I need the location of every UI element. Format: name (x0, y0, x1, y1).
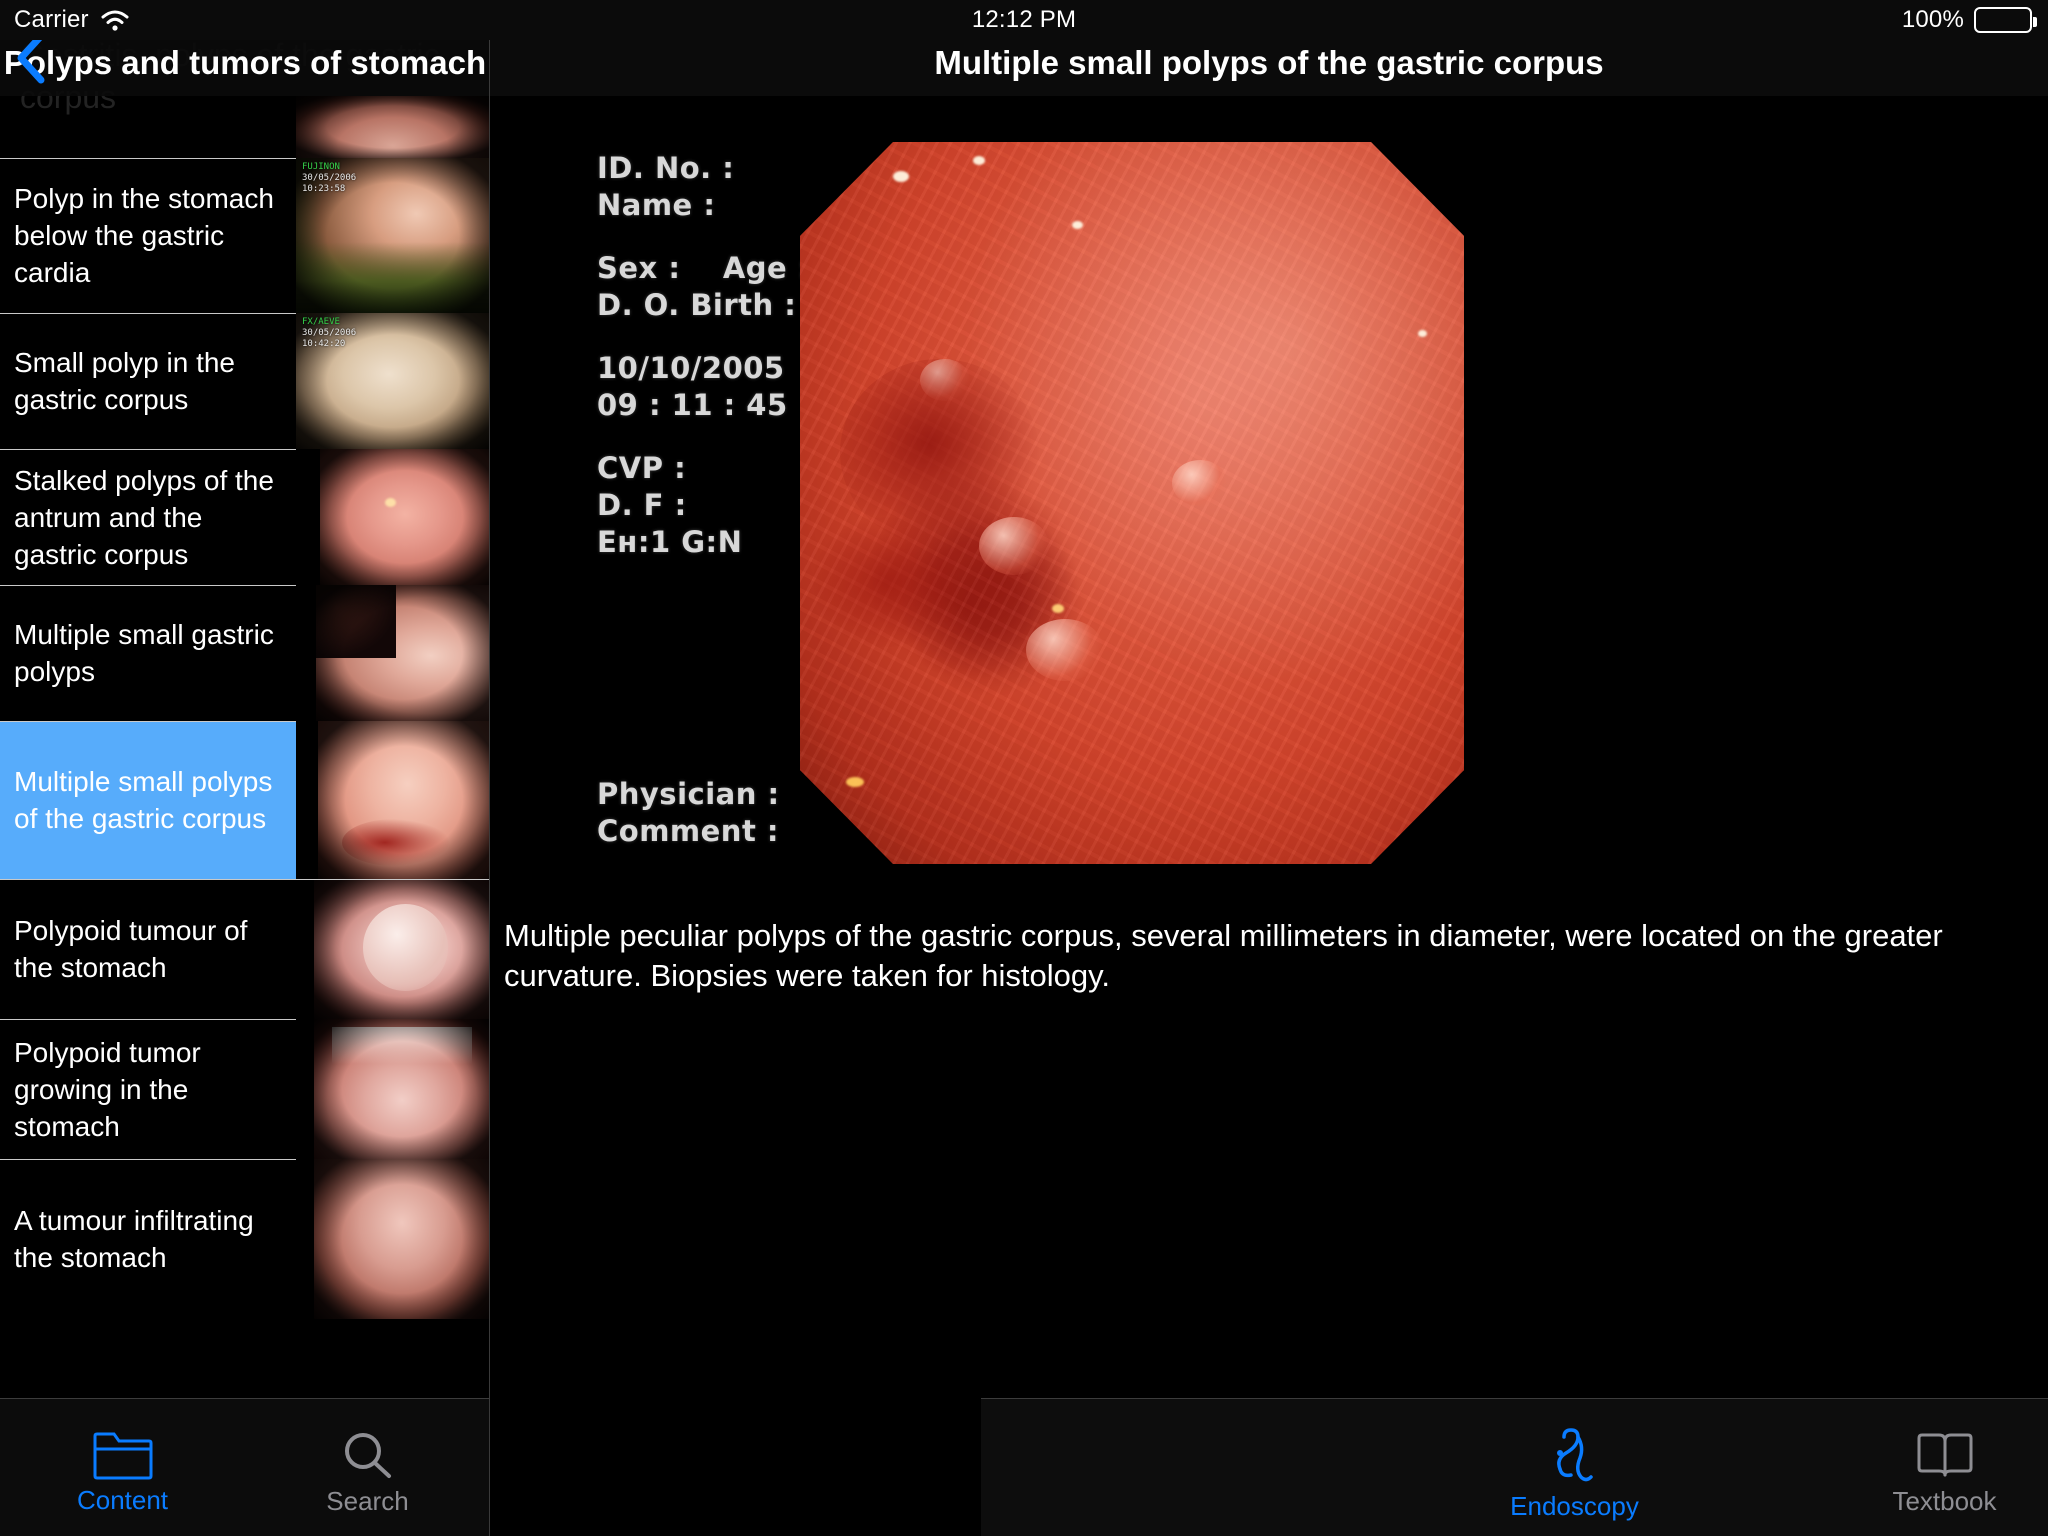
battery-percent-label: 100% (1901, 6, 1964, 33)
list-item-label: Multiple small polyps of the gastric cor… (14, 766, 273, 834)
list-separator (0, 721, 296, 722)
master-list[interactable]: Polyp in the stomach below the gastric c… (0, 96, 489, 1536)
endoscopic-view (800, 142, 1464, 864)
list-separator (0, 879, 489, 880)
tab-endoscopy[interactable]: Endoscopy (1450, 1413, 1700, 1522)
endoscope-icon (1556, 1428, 1593, 1482)
tab-search[interactable]: Search (245, 1399, 489, 1536)
right-tab-bar: Endoscopy Textbook (981, 1398, 2048, 1536)
detail-body: ID. No. : Name : Sex : Age : D. O. Birth… (490, 96, 2048, 1536)
list-separator (0, 158, 296, 159)
battery-icon (1974, 7, 2037, 33)
meta-id-no: ID. No. : (597, 151, 735, 185)
search-icon (344, 1433, 391, 1478)
folder-icon (93, 1432, 152, 1480)
list-item[interactable]: Polypoid tumor growing in the stomach (0, 1019, 489, 1159)
status-bar: Carrier 12:12 PM 100% (0, 0, 2048, 40)
endoscopy-image[interactable]: ID. No. : Name : Sex : Age : D. O. Birth… (490, 104, 2048, 904)
list-item-label: Stalked polyps of the antrum and the gas… (14, 464, 274, 570)
list-item-selected[interactable]: Multiple small polyps of the gastric cor… (0, 721, 489, 879)
list-item-label: Small polyp in the gastric corpus (14, 347, 236, 415)
list-item-label: A tumour infiltrating the stomach (14, 1205, 254, 1273)
list-item[interactable]: Small polyp in the gastric corpus FX/AEV… (0, 313, 489, 449)
app-root: Gastritis, polyps of the gastric corpus … (0, 0, 2048, 1536)
list-separator (0, 449, 296, 450)
list-separator (0, 1159, 296, 1160)
tab-label: Search (326, 1486, 409, 1516)
tab-label: Endoscopy (1510, 1491, 1639, 1521)
detail-title: Multiple small polyps of the gastric cor… (934, 44, 1604, 81)
list-item-thumbnail (296, 1159, 489, 1319)
left-tab-bar: Content Search (0, 1398, 489, 1536)
tab-label: Content (76, 1485, 169, 1515)
list-item[interactable]: Multiple small gastric polyps (0, 585, 489, 721)
master-title: Polyps and tumors of stomach (3, 44, 487, 81)
list-item-thumbnail (296, 879, 489, 1019)
list-item-thumbnail (296, 585, 489, 721)
list-item-thumbnail: FX/AEVE 30/05/2006 10:42:20 (296, 313, 489, 449)
status-bar-time: 12:12 PM (971, 6, 1077, 33)
open-book-icon (1917, 1433, 1972, 1477)
detail-pane: Multiple small polyps of the gastric cor… (490, 0, 2048, 1536)
list-separator (0, 585, 296, 586)
image-caption: Multiple peculiar polyps of the gastric … (504, 918, 1943, 993)
tab-label: Textbook (1892, 1486, 1997, 1516)
list-item[interactable]: Stalked polyps of the antrum and the gas… (0, 449, 489, 585)
list-item-label: Multiple small gastric polyps (14, 619, 274, 687)
thumbnail-overlay-text: FX/AEVE 30/05/2006 10:42:20 (302, 317, 357, 349)
list-item-label: Polypoid tumor growing in the stomach (14, 1036, 201, 1142)
list-item-thumbnail: FUJINON 30/05/2006 10:23:58 (296, 158, 489, 313)
tab-content[interactable]: Content (0, 1399, 245, 1536)
list-separator (0, 1019, 296, 1020)
list-separator (0, 313, 296, 314)
tab-textbook[interactable]: Textbook (1820, 1418, 2048, 1517)
list-item-label: Polypoid tumour of the stomach (14, 915, 248, 983)
list-item-thumbnail (296, 721, 489, 879)
list-item-thumbnail (296, 449, 489, 585)
list-item-thumbnail (296, 1019, 489, 1159)
list-item[interactable]: Polyp in the stomach below the gastric c… (0, 158, 489, 313)
master-pane: Gastritis, polyps of the gastric corpus … (0, 0, 490, 1536)
thumbnail-overlay-text: FUJINON 30/05/2006 10:23:58 (302, 162, 357, 194)
list-item-label: Polyp in the stomach below the gastric c… (14, 183, 274, 288)
list-item[interactable]: Polypoid tumour of the stomach (0, 879, 489, 1019)
status-bar-right: 100% (1901, 6, 2037, 34)
list-item[interactable]: A tumour infiltrating the stomach (0, 1159, 489, 1319)
